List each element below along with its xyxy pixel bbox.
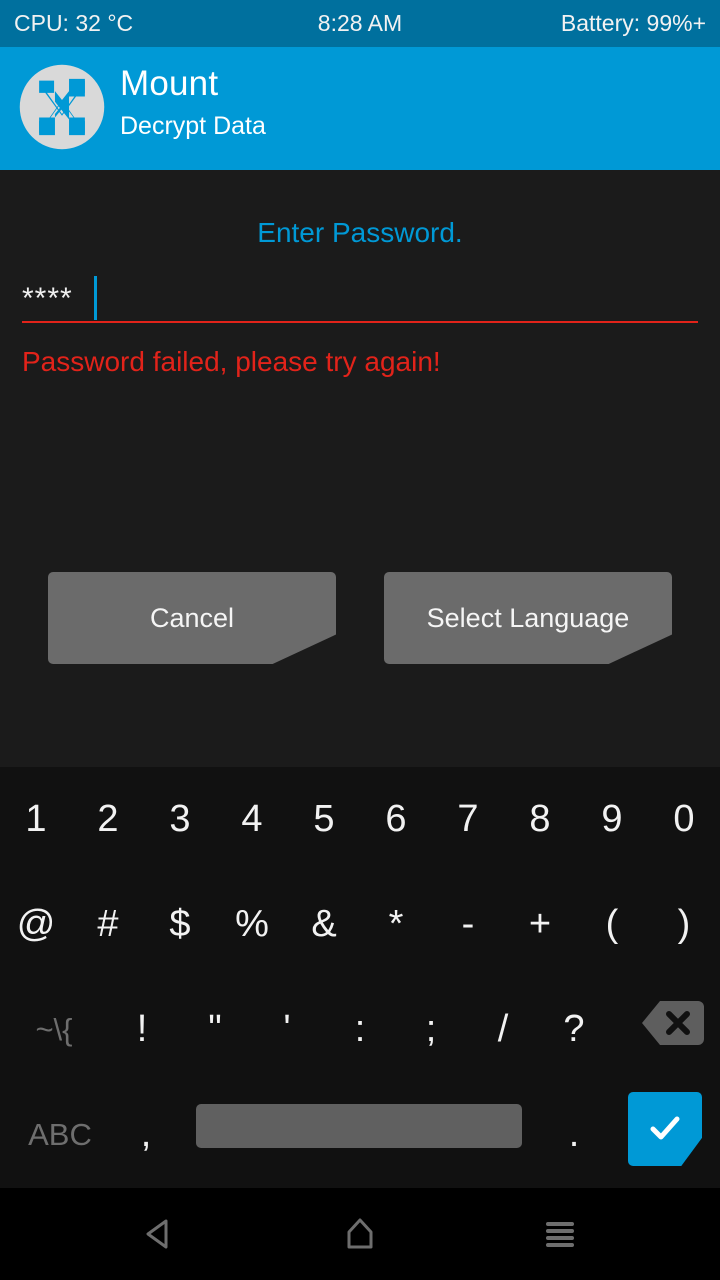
keyboard-key-*[interactable]: * <box>364 872 428 977</box>
error-message: Password failed, please try again! <box>22 346 441 377</box>
status-bar: CPU: 32 °C 8:28 AM Battery: 99%+ <box>0 0 720 47</box>
password-prompt-label: Enter Password. <box>257 217 463 248</box>
page-title: Mount <box>120 64 219 103</box>
keyboard-key-%[interactable]: % <box>220 872 284 977</box>
keyboard-key-5[interactable]: 5 <box>292 767 356 872</box>
password-input-underline <box>22 321 698 323</box>
keyboard-key-3[interactable]: 3 <box>148 767 212 872</box>
keyboard-key-1[interactable]: 1 <box>4 767 68 872</box>
text-cursor <box>94 276 97 320</box>
menu-icon[interactable] <box>500 1188 620 1280</box>
keyboard-key-?[interactable]: ? <box>542 977 606 1082</box>
keyboard-key-([interactable]: ( <box>580 872 644 977</box>
keyboard-key-2[interactable]: 2 <box>76 767 140 872</box>
keyboard-key--[interactable]: - <box>436 872 500 977</box>
keyboard-key-#[interactable]: # <box>76 872 140 977</box>
on-screen-keyboard: 1234567890 @ # $% & * - +() ~\{ ! " ':; /? ABC , … <box>0 767 720 1188</box>
keyboard-row-numbers: 1234567890 <box>0 767 720 872</box>
home-icon[interactable] <box>300 1188 420 1280</box>
cancel-button[interactable]: Cancel <box>48 572 336 664</box>
twrp-recovery-screen: CPU: 32 °C 8:28 AM Battery: 99%+ Mount D… <box>0 0 720 1280</box>
select-language-button-label: Select Language <box>426 602 630 633</box>
keyboard-key-shift-symbols[interactable]: ~\{ <box>14 977 94 1082</box>
keyboard-key-+[interactable]: + <box>508 872 572 977</box>
keyboard-row-symbols: @ # $% & * - +() <box>0 872 720 977</box>
keyboard-row-punctuation: ~\{ ! " ':; /? <box>0 977 720 1082</box>
keyboard-row-bottom: ABC , . <box>0 1082 720 1187</box>
twrp-logo-icon <box>19 64 105 150</box>
check-icon <box>650 1116 680 1140</box>
keyboard-key-;[interactable]: ; <box>399 977 463 1082</box>
keyboard-key-$[interactable]: $ <box>148 872 212 977</box>
keyboard-key-7[interactable]: 7 <box>436 767 500 872</box>
keyboard-key-8[interactable]: 8 <box>508 767 572 872</box>
android-navigation-bar <box>0 1188 720 1280</box>
password-input[interactable]: **** <box>22 270 698 322</box>
keyboard-key-9[interactable]: 9 <box>580 767 644 872</box>
keyboard-key-period[interactable]: . <box>548 1082 600 1187</box>
keyboard-key-:[interactable]: : <box>328 977 392 1082</box>
select-language-button[interactable]: Select Language <box>384 572 672 664</box>
keyboard-key-![interactable]: ! <box>110 977 174 1082</box>
keyboard-key-)[interactable]: ) <box>652 872 716 977</box>
keyboard-key-0[interactable]: 0 <box>652 767 716 872</box>
back-triangle-icon[interactable] <box>100 1188 220 1280</box>
battery-status: Battery: 99%+ <box>560 10 706 36</box>
password-masked-value: **** <box>22 282 73 315</box>
keyboard-key-6[interactable]: 6 <box>364 767 428 872</box>
page-subtitle: Decrypt Data <box>120 112 266 140</box>
cancel-button-label: Cancel <box>149 602 235 633</box>
keyboard-key-'[interactable]: ' <box>255 977 319 1082</box>
keyboard-key-abc[interactable]: ABC <box>14 1082 106 1187</box>
keyboard-key-comma[interactable]: , <box>118 1082 174 1187</box>
keyboard-key-4[interactable]: 4 <box>220 767 284 872</box>
keyboard-key-space[interactable] <box>196 1104 522 1148</box>
backspace-icon[interactable] <box>642 999 704 1047</box>
keyboard-key-@[interactable]: @ <box>4 872 68 977</box>
keyboard-key-&[interactable]: & <box>292 872 356 977</box>
app-header: Mount Decrypt Data <box>0 47 720 170</box>
keyboard-key-"[interactable]: " <box>183 977 247 1082</box>
keyboard-key-/[interactable]: / <box>471 977 535 1082</box>
keyboard-key-enter[interactable] <box>628 1092 702 1166</box>
main-content: Enter Password. **** Password failed, pl… <box>0 170 720 767</box>
